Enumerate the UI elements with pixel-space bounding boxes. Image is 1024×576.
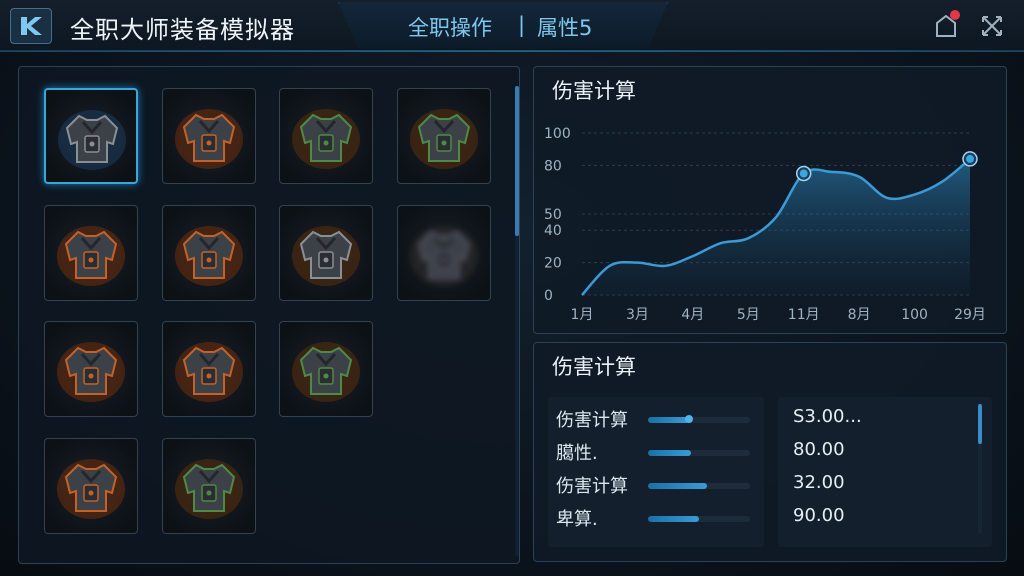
- stat-bar: [648, 415, 750, 423]
- armor-icon: [175, 342, 243, 402]
- attribute-label[interactable]: 属性5: [537, 12, 592, 42]
- damage-chart: 0 20 4050 80 100 1月 3月 4月 5月 11月 8月 100 29月: [544, 126, 986, 323]
- chart-x-tick: 1月: [571, 307, 594, 323]
- chart-y-tick: 40: [544, 223, 562, 239]
- stat-value: 90.00: [793, 505, 845, 526]
- armor-icon: [57, 342, 125, 402]
- armor-icon: [292, 109, 360, 169]
- chart-x-tick: 29月: [954, 307, 986, 323]
- stat-bar: [648, 516, 750, 522]
- back-logo-icon[interactable]: [10, 8, 52, 44]
- armor-icon: [175, 226, 243, 286]
- mode-label[interactable]: 全职操作: [408, 12, 492, 42]
- equipment-slot-1[interactable]: [44, 88, 138, 184]
- chart-panel: 伤害计算 0 20 40 50 80 100 1月 3月 4月 5月 11月 8月 100 29月: [533, 66, 1007, 334]
- armor-icon: [410, 109, 478, 169]
- equipment-slot-4[interactable]: [397, 88, 491, 184]
- equipment-slot-3[interactable]: [279, 88, 373, 184]
- stat-slider-knob[interactable]: [684, 415, 693, 423]
- header-separator: |: [518, 13, 526, 37]
- armor-icon: [292, 226, 360, 286]
- chart-x-tick: 8月: [848, 307, 871, 323]
- armor-icon: [57, 226, 125, 286]
- stat-value: 80.00: [793, 439, 845, 460]
- armor-icon: [175, 109, 243, 169]
- equipment-slot-9[interactable]: [44, 321, 138, 417]
- stat-bar-fill: [648, 450, 691, 456]
- equipment-slot-13[interactable]: [162, 438, 256, 534]
- mode-tab-background: [338, 2, 668, 48]
- equipment-slot-8[interactable]: [397, 205, 491, 301]
- chart-panel-title: 伤害计算: [552, 79, 636, 103]
- stats-scroll-thumb[interactable]: [978, 404, 982, 444]
- chart-y-tick: 0: [544, 288, 553, 304]
- stat-label: 伤害计算: [556, 476, 628, 497]
- chart-highlight-point[interactable]: [799, 169, 808, 178]
- stats-panel-title: 伤害计算: [552, 355, 636, 379]
- stat-value: S3.00...: [793, 406, 862, 427]
- armor-icon: [175, 459, 243, 519]
- stat-bar: [648, 483, 750, 489]
- chart-x-tick: 5月: [737, 307, 760, 323]
- chart-y-tick: 100: [544, 126, 571, 142]
- chart-x-tick: 4月: [681, 307, 704, 323]
- armor-icon: [57, 459, 125, 519]
- chart-x-tick: 11月: [788, 307, 820, 323]
- armor-icon: [410, 226, 478, 286]
- armor-icon: [58, 110, 126, 170]
- chart-y-tick: 80: [544, 158, 562, 174]
- stat-bar: [648, 450, 750, 456]
- close-icon[interactable]: [978, 12, 1006, 40]
- equipment-slot-11[interactable]: [279, 321, 373, 417]
- equipment-slot-6[interactable]: [162, 205, 256, 301]
- chart-area-fill: [582, 158, 970, 295]
- chart-y-tick: 50: [544, 207, 562, 223]
- stat-label: 臈性.: [556, 443, 598, 464]
- stat-bar-fill: [648, 516, 699, 522]
- notification-dot: [950, 10, 960, 20]
- equipment-scroll-thumb[interactable]: [515, 86, 519, 236]
- chart-x-tick: 3月: [626, 307, 649, 323]
- armor-icon: [292, 342, 360, 402]
- stat-value: 32.00: [793, 472, 845, 493]
- equipment-slot-5[interactable]: [44, 205, 138, 301]
- stat-bar-fill: [648, 417, 689, 423]
- stat-bar-fill: [648, 483, 708, 489]
- stat-label: 卑算.: [556, 509, 598, 530]
- chart-y-tick: 20: [544, 256, 562, 272]
- equipment-slot-10[interactable]: [162, 321, 256, 417]
- equipment-slot-7[interactable]: [279, 205, 373, 301]
- app-title: 全职大师装备模拟器: [70, 16, 295, 44]
- top-bar-divider: [0, 50, 1024, 52]
- equipment-slot-2[interactable]: [162, 88, 256, 184]
- chart-highlight-point[interactable]: [966, 154, 974, 163]
- equipment-slot-12[interactable]: [44, 438, 138, 534]
- stats-panel: 伤害计算: [533, 342, 1007, 562]
- top-bar: 全职大师装备模拟器 全职操作 | 属性5: [0, 0, 1024, 52]
- stat-label: 伤害计算: [556, 410, 628, 431]
- chart-x-tick: 100: [901, 307, 928, 323]
